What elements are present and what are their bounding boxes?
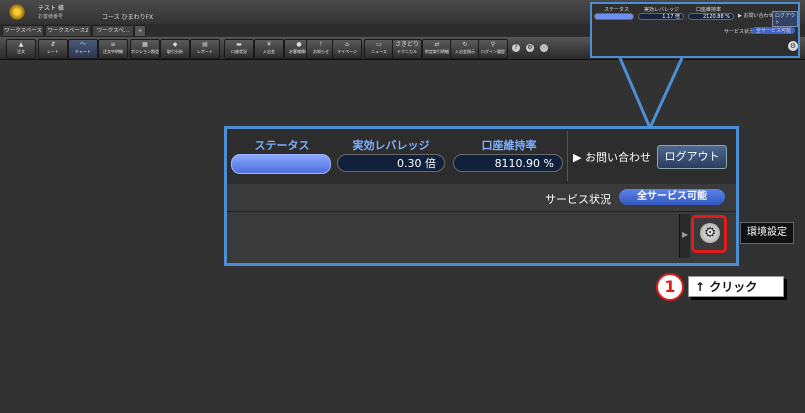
- mypage-icon: ⌂: [345, 41, 349, 48]
- position-icon: ▦: [142, 41, 148, 48]
- toolbar-transfer-button[interactable]: ↻ 入出金指示: [450, 39, 480, 59]
- tab-workspace[interactable]: ワークスペース: [2, 25, 44, 37]
- info-icon[interactable]: ⓘ: [540, 44, 548, 52]
- course-label: コース ひまわりFX: [102, 14, 154, 21]
- notice-icon: !: [319, 41, 323, 48]
- logout-button[interactable]: ログアウト: [657, 145, 727, 169]
- toolbar-trade-analysis-button[interactable]: ◆ 取引分析: [160, 39, 190, 59]
- execution-detail-icon: ⇄: [434, 41, 440, 48]
- service-status-row: サービス状況 全サービス可能: [227, 184, 736, 212]
- tab-workspace-3[interactable]: ワークスペ…: [92, 25, 134, 37]
- toolbar-position-button[interactable]: ▦ ポジション照会: [130, 39, 160, 59]
- transfer-icon: ↻: [462, 41, 468, 48]
- status-indicator: [231, 154, 331, 174]
- toolbar-label: マイページ: [337, 49, 357, 54]
- mini-leverage-value: 1.17 倍: [638, 13, 684, 20]
- toolbar-label: お知らせ: [313, 49, 329, 54]
- mini-service-value: 全サービス可能: [752, 27, 796, 34]
- contact-link[interactable]: ▶ お問い合わせ: [573, 149, 651, 165]
- callout-connector: [618, 58, 684, 130]
- ratio-label: 口座維持率: [481, 139, 537, 152]
- gear-icon[interactable]: ⚙: [700, 223, 720, 243]
- settings-small-icon[interactable]: ⚙: [526, 44, 534, 52]
- settings-tooltip: 環境設定: [740, 222, 794, 244]
- toolbar-rate-button[interactable]: ⇵ レート: [38, 39, 68, 59]
- order-icon: ▲: [18, 41, 24, 48]
- help-icon[interactable]: ?: [512, 44, 520, 52]
- order-detail-icon: ≡: [110, 41, 116, 48]
- mini-contact-text: お問い合わせ: [743, 13, 774, 19]
- toolbar-account-status-button[interactable]: ▬ 口座状況: [224, 39, 254, 59]
- toolbar-label: 口座状況: [231, 49, 247, 54]
- mini-status-label: ステータス: [604, 7, 630, 13]
- ratio-value: 8110.90 %: [453, 154, 563, 172]
- report-icon: ▤: [202, 41, 208, 48]
- toolbar-chart-button[interactable]: 〜チャート: [68, 39, 98, 59]
- status-panel-highlight: ステータス 実効レバレッジ 口座維持率 1.17 倍 2120.88 % ▶ お…: [590, 2, 800, 58]
- login-history-icon: ⚲: [490, 41, 496, 48]
- toolbar-execution-detail-button[interactable]: ⇄ 約定取引明細: [422, 39, 452, 59]
- toolbar-label: テクニカル: [397, 49, 417, 54]
- zoom-status-row: ステータス 実効レバレッジ 口座維持率 0.30 倍 8110.90 % ▶ お…: [227, 129, 736, 184]
- sunflower-logo-icon: [8, 3, 26, 21]
- mini-gear-icon[interactable]: ⚙: [788, 41, 798, 51]
- toolbar-label: 約定取引明細: [425, 49, 449, 54]
- mini-logout-button[interactable]: ログアウト: [772, 11, 798, 27]
- add-tab-button[interactable]: +: [134, 25, 146, 37]
- toolbar-label: ポジション照会: [131, 49, 159, 54]
- toolbar-label: レポート: [197, 49, 213, 54]
- status-panel-zoom: ステータス 実効レバレッジ 口座維持率 0.30 倍 8110.90 % ▶ お…: [224, 126, 739, 266]
- mini-service-label: サービス状況: [724, 29, 755, 35]
- settings-button-highlight[interactable]: ⚙: [691, 215, 727, 253]
- deposit-icon: ¥: [267, 41, 271, 48]
- tab-workspace-2[interactable]: ワークスペース2: [45, 25, 91, 37]
- trade-analysis-icon: ◆: [172, 41, 178, 48]
- leverage-value: 0.30 倍: [337, 154, 445, 172]
- toolbar-label: 注文中明細: [103, 49, 123, 54]
- mini-ratio-label: 口座維持率: [696, 7, 722, 13]
- mini-leverage-label: 実効レバレッジ: [644, 7, 680, 13]
- toolbar-label: チャート: [75, 49, 91, 54]
- account-status-icon: ▬: [236, 41, 242, 48]
- service-status-badge: 全サービス可能: [619, 189, 725, 205]
- settings-row: ▶ ⚙: [227, 212, 736, 263]
- mini-ratio-value: 2120.88 %: [688, 13, 734, 20]
- chart-icon: 〜: [79, 41, 86, 48]
- toolbar-technical-button[interactable]: さきどり テクニカル: [392, 39, 422, 59]
- panel-divider: [567, 131, 568, 181]
- mini-contact-link[interactable]: ▶ お問い合わせ: [738, 12, 773, 19]
- technical-icon: さきどり: [394, 41, 419, 48]
- toolbar-order-detail-button[interactable]: ≡ 注文中明細: [98, 39, 128, 59]
- news-icon: ▭: [376, 41, 382, 48]
- rate-icon: ⇵: [50, 41, 56, 48]
- toolbar-label: 入出金指示: [455, 49, 475, 54]
- expand-arrow-icon[interactable]: ▶: [679, 214, 690, 258]
- toolbar-order-button[interactable]: ▲ 注文: [6, 39, 36, 59]
- leverage-label: 実効レバレッジ: [352, 139, 430, 152]
- step-number-badge: 1: [656, 273, 684, 301]
- toolbar-label: 取引分析: [167, 49, 183, 54]
- toolbar-deposit-button[interactable]: ¥ 入出金: [254, 39, 284, 59]
- toolbar-label: 入出金: [263, 49, 275, 54]
- toolbar-label: ログイン履歴: [481, 49, 505, 54]
- toolbar-label: 注文: [17, 49, 25, 54]
- account-name: テスト 様: [38, 5, 64, 12]
- account-number-label: お客様番号: [38, 14, 64, 20]
- toolbar-report-button[interactable]: ▤ レポート: [190, 39, 220, 59]
- toolbar-label: レート: [47, 49, 59, 54]
- toolbar-label: ニュース: [371, 49, 387, 54]
- service-label: サービス状況: [545, 193, 611, 206]
- click-instruction: ↑ クリック: [688, 276, 784, 297]
- status-label: ステータス: [254, 139, 310, 152]
- toolbar-news-button[interactable]: ▭ ニュース: [364, 39, 394, 59]
- toolbar-mypage-button[interactable]: ⌂ マイページ: [332, 39, 362, 59]
- mini-status-indicator: [594, 13, 634, 20]
- toolbar-login-history-button[interactable]: ⚲ ログイン履歴: [478, 39, 508, 59]
